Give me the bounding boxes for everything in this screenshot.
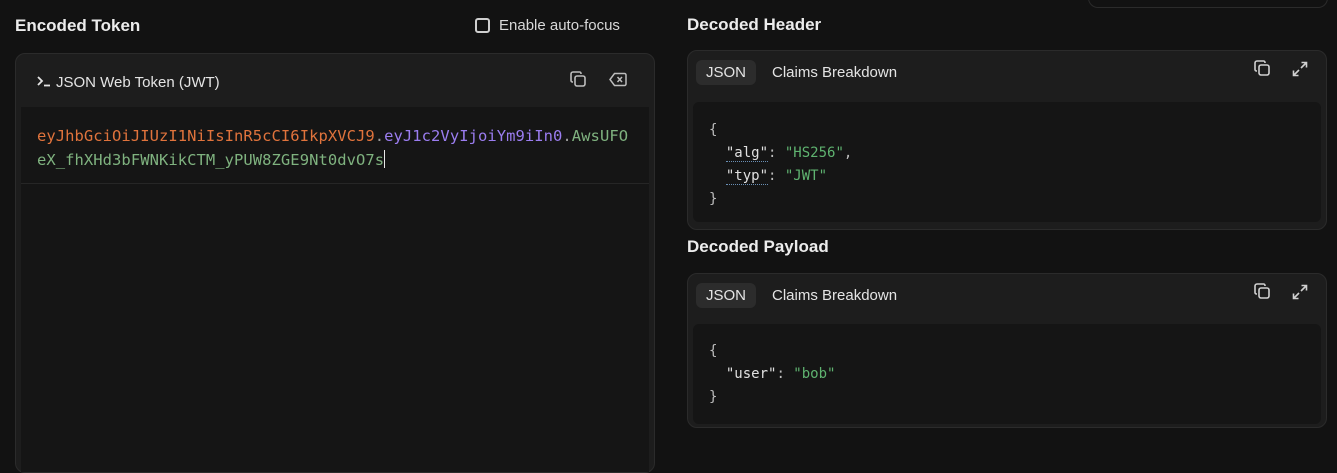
json-open-brace: { <box>709 122 718 138</box>
text-caret <box>384 150 386 168</box>
json-close-brace: } <box>709 191 718 207</box>
auto-focus-toggle[interactable]: Enable auto-focus <box>475 17 620 34</box>
tab-payload-json[interactable]: JSON <box>696 283 757 308</box>
token-text[interactable]: eyJhbGciOiJIUzI1NiIsInR5cCI6IkpXVCJ9.eyJ… <box>37 124 637 172</box>
terminal-prompt-icon <box>37 75 51 90</box>
expand-header-button[interactable] <box>1288 59 1312 83</box>
jwt-panel-title: JSON Web Token (JWT) <box>56 74 220 91</box>
json-open-brace: { <box>709 343 718 359</box>
copy-token-button[interactable] <box>566 70 590 94</box>
json-key: "user" <box>725 366 777 382</box>
json-close-brace: } <box>709 389 718 405</box>
decoded-header-panel: JSON Claims Breakdown { "alg": "HS256", … <box>687 50 1327 230</box>
json-key: "typ" <box>725 168 769 185</box>
top-panel-edge <box>1088 0 1328 8</box>
payload-tabs: JSON Claims Breakdown <box>696 283 907 308</box>
expand-payload-button[interactable] <box>1288 282 1312 306</box>
tab-header-json[interactable]: JSON <box>696 60 757 85</box>
json-value: "bob" <box>793 366 836 382</box>
copy-header-button[interactable] <box>1250 59 1274 83</box>
copy-icon <box>1253 283 1271 305</box>
json-field: "user": "bob" <box>725 366 836 382</box>
decoded-payload-title: Decoded Payload <box>687 237 829 256</box>
tab-payload-claims[interactable]: Claims Breakdown <box>762 283 907 308</box>
clear-token-button[interactable] <box>606 70 630 94</box>
expand-icon <box>1292 284 1308 305</box>
copy-icon <box>1253 60 1271 82</box>
decoded-payload-panel: JSON Claims Breakdown { "user": "bob" } <box>687 273 1327 428</box>
auto-focus-checkbox[interactable] <box>475 18 490 33</box>
json-field: "typ": "JWT" <box>725 168 828 185</box>
jwt-panel-label: JSON Web Token (JWT) <box>37 74 220 91</box>
json-field: "alg": "HS256", <box>725 145 853 162</box>
expand-icon <box>1292 61 1308 82</box>
json-value: "JWT" <box>784 168 828 184</box>
decoded-header-title: Decoded Header <box>687 15 822 34</box>
token-dot: . <box>374 127 385 145</box>
header-json-view: { "alg": "HS256", "typ": "JWT" } <box>693 102 1321 222</box>
token-editor[interactable]: eyJhbGciOiJIUzI1NiIsInR5cCI6IkpXVCJ9.eyJ… <box>21 107 649 184</box>
clear-icon <box>609 72 627 92</box>
header-tabs: JSON Claims Breakdown <box>696 60 907 85</box>
copy-icon <box>569 71 587 93</box>
encoded-token-title: Encoded Token <box>15 16 141 35</box>
encoded-panel-header: JSON Web Token (JWT) <box>16 54 654 108</box>
json-key: "alg" <box>725 145 769 162</box>
tab-header-claims[interactable]: Claims Breakdown <box>762 60 907 85</box>
token-editor-empty-area <box>21 184 649 472</box>
token-dot: . <box>562 127 572 145</box>
token-payload-segment: eyJ1c2VyIjoiYm9iIn0 <box>384 127 563 145</box>
copy-payload-button[interactable] <box>1250 282 1274 306</box>
auto-focus-label: Enable auto-focus <box>499 17 620 34</box>
payload-json-view: { "user": "bob" } <box>693 324 1321 424</box>
token-header-segment: eyJhbGciOiJIUzI1NiIsInR5cCI6IkpXVCJ9 <box>37 127 375 145</box>
encoded-token-panel: JSON Web Token (JWT) eyJhbGciOiJIUzI1NiI… <box>15 53 655 473</box>
json-value: "HS256" <box>784 145 844 161</box>
